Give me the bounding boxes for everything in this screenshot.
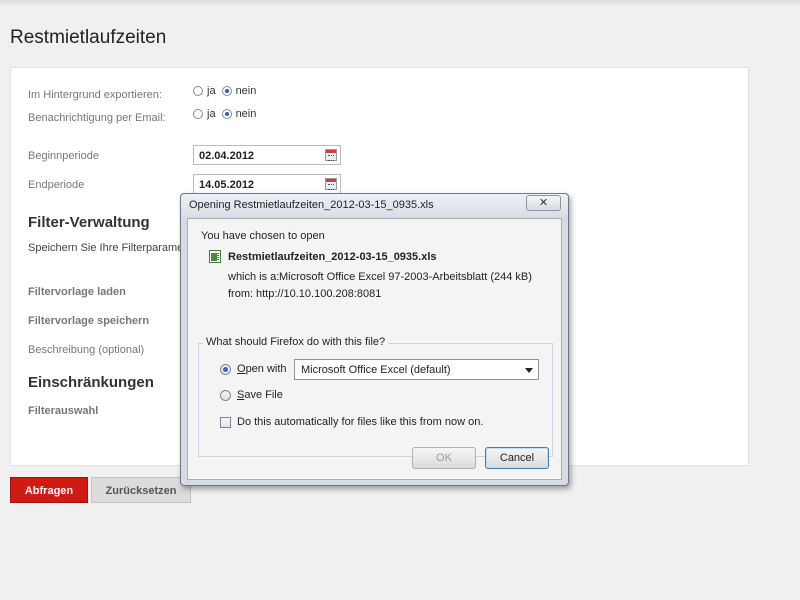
notify-email-no-label: nein xyxy=(235,108,257,120)
description-label: Beschreibung (optional) xyxy=(28,344,145,356)
open-file-dialog: Opening Restmietlaufzeiten_2012-03-15_09… xyxy=(180,193,569,486)
end-period-input[interactable]: 14.05.2012 xyxy=(193,174,341,194)
open-with-select-value: Microsoft Office Excel (default) xyxy=(301,364,451,376)
save-file-option[interactable]: Save File xyxy=(220,389,283,401)
filter-section-desc: Speichern Sie Ihre Filterparameter xyxy=(28,242,181,254)
begin-period-value: 02.04.2012 xyxy=(199,150,255,162)
notify-email-no-radio[interactable] xyxy=(221,109,232,119)
export-bg-label: Im Hintergrund exportieren: xyxy=(28,89,162,101)
calendar-icon[interactable] xyxy=(325,149,337,161)
save-file-radio[interactable] xyxy=(220,389,231,401)
dialog-body: You have chosen to open Restmietlaufzeit… xyxy=(187,218,562,480)
open-with-option[interactable]: Open with xyxy=(220,363,287,375)
from-value: http://10.10.100.208:8081 xyxy=(256,288,382,300)
begin-period-label: Beginnperiode xyxy=(28,150,99,162)
dialog-title: Opening Restmietlaufzeiten_2012-03-15_09… xyxy=(189,199,434,211)
save-template-label: Filtervorlage speichern xyxy=(28,315,150,327)
close-icon[interactable]: ✕ xyxy=(526,195,561,211)
begin-period-input[interactable]: 02.04.2012 xyxy=(193,145,341,165)
export-bg-yes-label: ja xyxy=(207,85,216,97)
dialog-intro: You have chosen to open xyxy=(201,230,325,242)
which-is-value: Microsoft Office Excel 97-2003-Arbeitsbl… xyxy=(279,271,532,283)
top-band xyxy=(0,0,800,6)
filter-selection-label: Filterauswahl xyxy=(28,405,99,417)
auto-checkbox[interactable] xyxy=(220,416,231,428)
export-bg-no-label: nein xyxy=(235,85,257,97)
from-label: from: xyxy=(228,288,254,300)
end-period-value: 14.05.2012 xyxy=(199,179,255,191)
open-with-select[interactable]: Microsoft Office Excel (default) xyxy=(294,359,539,380)
dialog-titlebar[interactable]: Opening Restmietlaufzeiten_2012-03-15_09… xyxy=(181,194,568,216)
page-title: Restmietlaufzeiten xyxy=(10,27,167,48)
which-is-label: which is a: xyxy=(228,271,280,283)
save-file-label: Save File xyxy=(237,389,283,401)
chevron-down-icon xyxy=(525,368,533,373)
calendar-icon[interactable] xyxy=(325,178,337,190)
reset-button[interactable]: Zurücksetzen xyxy=(91,477,191,503)
open-with-label: Open with xyxy=(237,363,287,375)
notify-email-label: Benachrichtigung per Email: xyxy=(28,112,166,124)
dialog-filename: Restmietlaufzeiten_2012-03-15_0935.xls xyxy=(228,251,437,263)
ok-button[interactable]: OK xyxy=(412,447,476,469)
auto-option[interactable]: Do this automatically for files like thi… xyxy=(220,416,483,428)
notify-email-radio-group: ja nein xyxy=(193,108,260,120)
load-template-label: Filtervorlage laden xyxy=(28,286,126,298)
auto-label: Do this automatically for files like thi… xyxy=(237,416,484,428)
excel-file-icon xyxy=(209,250,221,263)
notify-email-yes-radio[interactable] xyxy=(193,109,203,119)
restrictions-title: Einschränkungen xyxy=(28,374,154,391)
filter-section-title: Filter-Verwaltung xyxy=(28,214,150,231)
notify-email-yes-label: ja xyxy=(207,108,216,120)
export-bg-no-radio[interactable] xyxy=(221,86,232,96)
export-bg-yes-radio[interactable] xyxy=(193,86,203,96)
export-bg-radio-group: ja nein xyxy=(193,85,260,97)
end-period-label: Endperiode xyxy=(28,179,85,191)
open-with-radio[interactable] xyxy=(220,363,231,375)
query-button[interactable]: Abfragen xyxy=(10,477,88,503)
action-question: What should Firefox do with this file? xyxy=(203,336,389,348)
cancel-button[interactable]: Cancel xyxy=(485,447,549,469)
